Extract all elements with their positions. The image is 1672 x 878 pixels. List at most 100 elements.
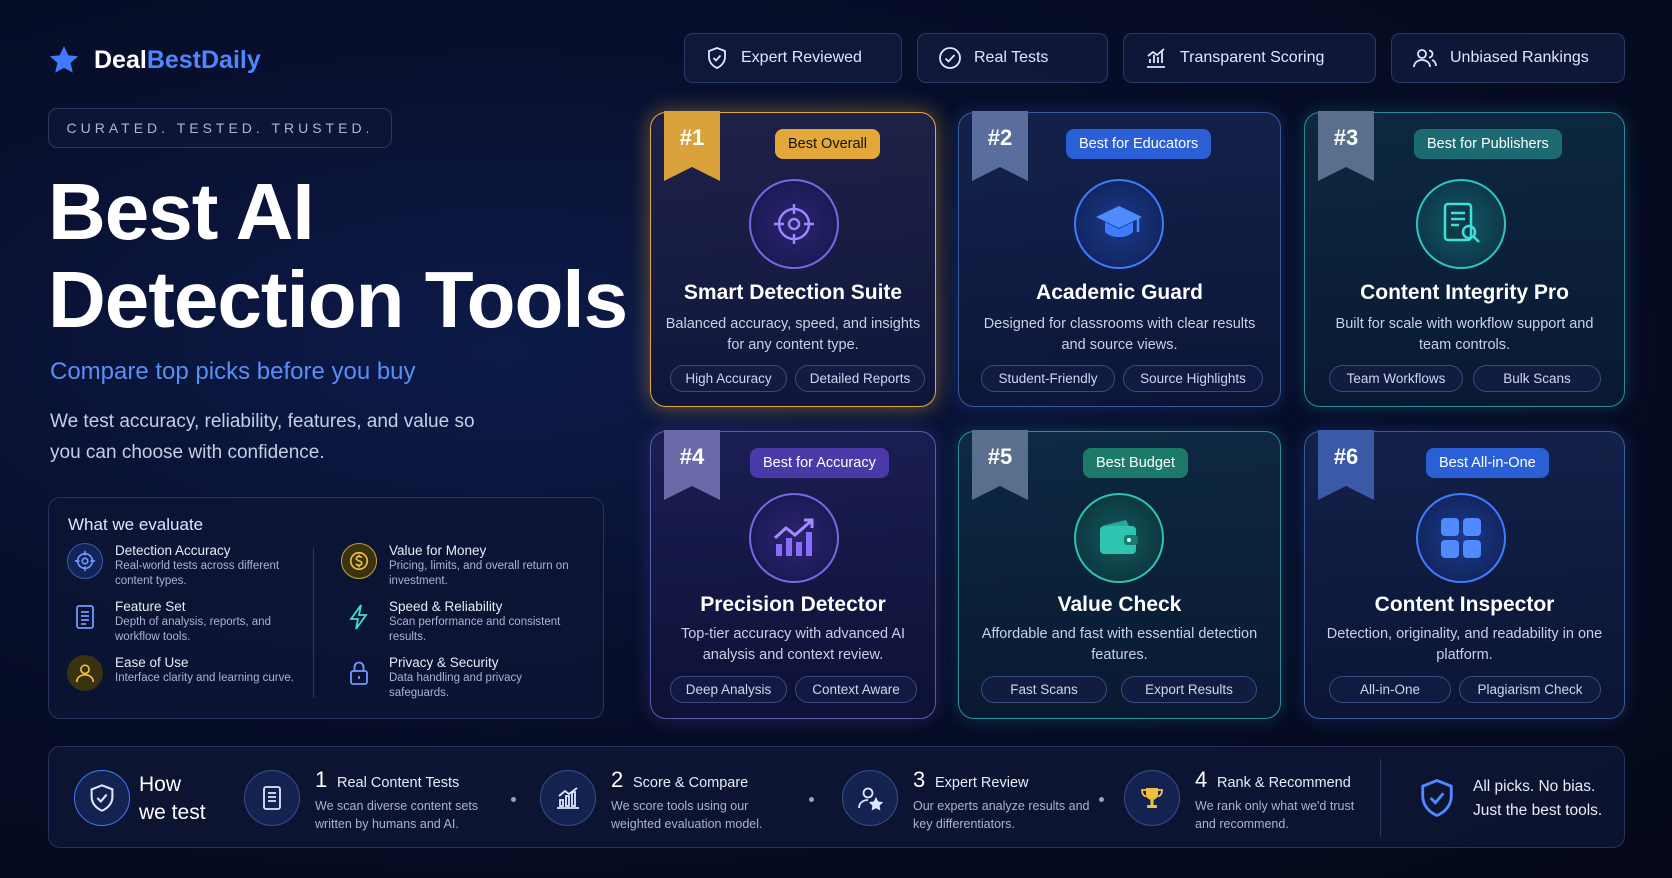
step-separator — [511, 797, 516, 802]
product-card-5[interactable]: #5 Best Budget Value Check Affordable an… — [958, 430, 1281, 719]
evaluate-title: What we evaluate — [68, 515, 204, 534]
evaluate-item-title: Feature Set — [115, 599, 186, 614]
card-badge: Best for Accuracy — [750, 448, 889, 478]
tag-chip[interactable]: Deep Analysis — [670, 676, 787, 703]
brand-logo[interactable]: DealBestDaily — [48, 38, 261, 82]
real-tests-button[interactable]: Real Tests — [917, 33, 1108, 83]
evaluate-item: Value for Money Pricing, limits, and over… — [341, 543, 581, 589]
shield-check-icon — [74, 770, 130, 826]
test-step-4: 4 Rank & Recommend We rank only what we'd… — [1195, 767, 1355, 831]
tag-chip[interactable]: Plagiarism Check — [1459, 676, 1601, 703]
card-badge: Best Overall — [775, 129, 880, 159]
rank-ribbon: #5 — [972, 430, 1028, 500]
tag-chip[interactable]: Fast Scans — [981, 676, 1107, 703]
evaluate-item: Speed & Reliability Scan performance and … — [341, 599, 581, 645]
crosshair-icon — [749, 179, 839, 269]
users-icon — [1413, 49, 1437, 68]
transparent-scoring-label: Transparent Scoring — [1180, 49, 1325, 66]
rank-ribbon: #6 — [1318, 430, 1374, 500]
evaluate-item-title: Detection Accuracy — [115, 543, 231, 558]
step-separator — [809, 797, 814, 802]
card-title: Value Check — [1057, 593, 1182, 616]
evaluate-item-title: Value for Money — [389, 543, 487, 558]
page-subtitle: Compare top picks before you buy — [50, 358, 416, 385]
test-step-1: 1 Real Content Tests We scan diverse cont… — [315, 767, 479, 831]
card-description: Built for scale with workflow support an… — [1335, 316, 1594, 353]
evaluate-item-title: Privacy & Security — [389, 655, 499, 670]
bar-divider — [1380, 759, 1381, 837]
how-we-test-bar: How we test 1 Real Content Tests We scan d… — [48, 746, 1625, 848]
product-card-6[interactable]: #6 Best All-in-One Content Inspector Det… — [1304, 430, 1625, 719]
card-description: Detection, originality, and readability … — [1326, 626, 1603, 663]
card-title: Precision Detector — [700, 593, 886, 616]
rank-label: #3 — [1333, 125, 1359, 150]
tag-chip[interactable]: Detailed Reports — [795, 365, 925, 392]
rank-label: #6 — [1333, 444, 1359, 469]
product-card-4[interactable]: #4 Best for Accuracy Precision Detector … — [650, 430, 936, 719]
tag-chip[interactable]: High Accuracy — [670, 365, 787, 392]
bar-chart-icon — [540, 770, 596, 826]
tag-chip[interactable]: All-in-One — [1329, 676, 1451, 703]
shield-check-icon — [708, 47, 726, 69]
card-title: Content Inspector — [1374, 593, 1555, 616]
rank-ribbon: #2 — [972, 111, 1028, 181]
tag-chip[interactable]: Team Workflows — [1329, 365, 1463, 392]
rank-label: #1 — [679, 125, 705, 150]
evaluate-item-desc: Pricing, limits, and overall return on i… — [389, 560, 569, 587]
evaluate-item-desc: Real-world tests across different conten… — [115, 560, 280, 587]
grid-icon — [1416, 493, 1506, 583]
how-we-test-title: How we test — [139, 773, 206, 824]
document-icon — [244, 770, 300, 826]
tag-chip[interactable]: Bulk Scans — [1473, 365, 1601, 392]
unbiased-rankings-label: Unbiased Rankings — [1450, 49, 1589, 66]
brand-name: DealBestDaily — [94, 45, 261, 74]
dollar-icon — [341, 543, 377, 579]
lock-icon — [341, 655, 377, 691]
expert-reviewed-button[interactable]: Expert Reviewed — [684, 33, 902, 83]
transparent-scoring-button[interactable]: Transparent Scoring — [1123, 33, 1376, 83]
test-step-3: 3 Expert Review Our experts analyze resul… — [913, 767, 1090, 831]
tagline-pill: CURATED. TESTED. TRUSTED. — [48, 108, 392, 148]
unbiased-rankings-button[interactable]: Unbiased Rankings — [1391, 33, 1625, 83]
evaluate-item-desc: Data handling and privacy safeguards. — [389, 672, 522, 699]
tag-chip[interactable]: Student-Friendly — [981, 365, 1115, 392]
evaluate-item: Detection Accuracy Real-world tests acros… — [67, 543, 307, 589]
rank-label: #4 — [679, 444, 705, 469]
card-description: Balanced accuracy, speed, and insights f… — [665, 316, 921, 353]
evaluate-item: Privacy & Security Data handling and priv… — [341, 655, 581, 701]
product-card-2[interactable]: #2 Best for Educators Academic Guard Des… — [958, 111, 1281, 407]
tag-chip[interactable]: Context Aware — [795, 676, 917, 703]
card-description: Top-tier accuracy with advanced AI analy… — [680, 626, 906, 663]
tag-chip[interactable]: Export Results — [1121, 676, 1257, 703]
evaluate-item-title: Ease of Use — [115, 655, 189, 670]
check-circle-icon — [939, 47, 961, 69]
bar-chart-icon — [1147, 48, 1165, 68]
rank-label: #2 — [987, 125, 1013, 150]
card-badge: Best All-in-One — [1426, 448, 1549, 478]
lightning-icon — [341, 599, 377, 635]
evaluate-item: Feature Set Depth of analysis, reports, a… — [67, 599, 307, 645]
page-title: Best AI Detection Tools — [48, 167, 628, 344]
evaluate-panel: What we evaluate Detection Accuracy Real-… — [48, 497, 604, 719]
page-description: We test accuracy, reliability, features,… — [50, 411, 475, 463]
chart-growth-icon — [749, 493, 839, 583]
evaluate-item: Ease of Use Interface clarity and learnin… — [67, 655, 307, 691]
evaluate-item-desc: Scan performance and consistent results. — [389, 616, 561, 643]
evaluate-item-desc: Depth of analysis, reports, and workflow… — [115, 616, 271, 643]
tag-chip[interactable]: Source Highlights — [1123, 365, 1263, 392]
rank-ribbon: #3 — [1318, 111, 1374, 181]
wallet-icon — [1074, 493, 1164, 583]
card-badge: Best for Educators — [1066, 129, 1212, 159]
evaluate-item-title: Speed & Reliability — [389, 599, 503, 614]
user-star-icon — [842, 770, 898, 826]
expert-reviewed-label: Expert Reviewed — [741, 49, 862, 66]
card-description: Affordable and fast with essential detec… — [981, 626, 1258, 663]
product-card-3[interactable]: #3 Best for Publishers Content Integrity… — [1304, 111, 1625, 407]
product-card-1[interactable]: #1 Best Overall Smart Detection Suite Ba… — [650, 111, 936, 407]
step-separator — [1099, 797, 1104, 802]
rank-ribbon: #4 — [664, 430, 720, 500]
test-step-2: 2 Score & Compare We score tools using ou… — [611, 767, 763, 831]
document-search-icon — [1416, 179, 1506, 269]
card-description: Designed for classrooms with clear resul… — [983, 316, 1256, 353]
closing-statement: All picks. No bias. Just the best tools. — [1473, 778, 1603, 819]
